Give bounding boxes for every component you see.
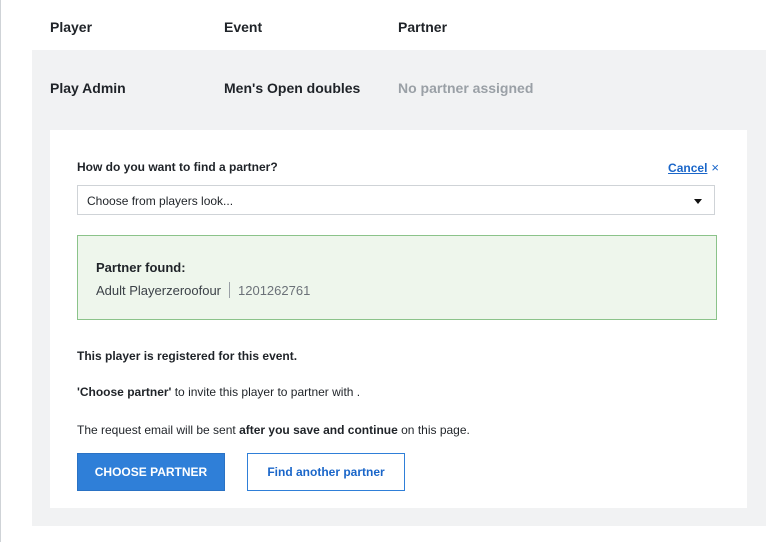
caret-down-icon [694,199,702,204]
partner-finder-card: How do you want to find a partner? Cance… [50,130,747,508]
close-icon[interactable]: × [711,160,719,175]
partner-id: 1201262761 [238,283,311,298]
entry-panel: Play Admin Men's Open doubles No partner… [32,50,766,526]
find-partner-question: How do you want to find a partner? [77,160,278,174]
invite-rest: to invite this player to partner with . [171,385,361,399]
partner-found-box: Partner found: Adult Playerzeroofour 1201… [77,235,717,320]
row-partner-status: No partner assigned [398,80,534,96]
choose-partner-button[interactable]: CHOOSE PARTNER [77,453,225,491]
table-header: Player Event Partner [32,0,766,50]
find-another-partner-button[interactable]: Find another partner [247,453,405,491]
registered-message: This player is registered for this event… [77,349,298,363]
cancel-control: Cancel × [668,160,719,175]
row-event-name: Men's Open doubles [224,80,361,96]
left-border [0,0,1,542]
partner-method-select[interactable]: Choose from players look... [77,185,715,215]
partner-name: Adult Playerzeroofour [96,283,222,298]
divider [229,282,231,298]
email-suffix: on this page. [397,423,470,437]
partner-found-title: Partner found: [96,260,186,275]
header-player: Player [50,19,93,35]
invite-message: 'Choose partner' to invite this player t… [77,385,360,399]
invite-bold: 'Choose partner' [77,385,172,399]
header-partner: Partner [398,19,448,35]
select-value: Choose from players look... [87,194,234,208]
email-bold: after you save and continue [239,423,398,437]
partner-found-details: Adult Playerzeroofour 1201262761 [96,282,310,298]
header-event: Event [224,19,263,35]
email-prefix: The request email will be sent [77,423,240,437]
email-message: The request email will be sent after you… [77,423,470,437]
cancel-link[interactable]: Cancel [668,161,707,175]
row-player-name: Play Admin [50,80,126,96]
